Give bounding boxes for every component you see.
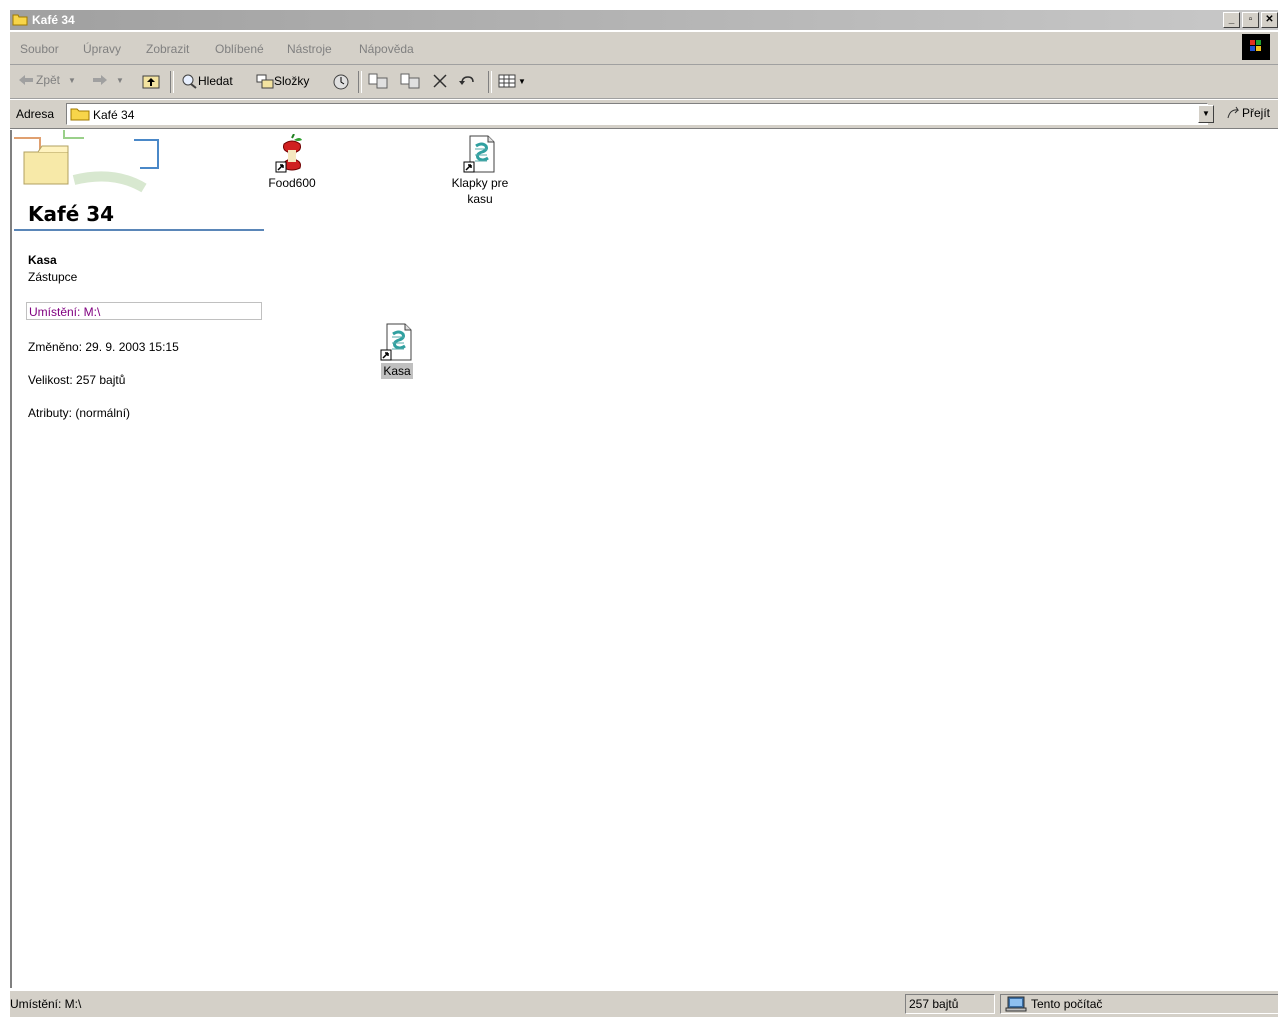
file-label: Food600 [268,176,316,190]
file-item-food600[interactable]: Food600 [247,133,337,191]
folder-icon [12,13,28,26]
folders-label: Složky [274,74,310,88]
folder-view: Kafé 34 Kasa Zástupce Umístění: M:\ Změn… [10,130,1278,988]
chevron-down-icon: ▼ [518,76,526,86]
selected-item-location-link[interactable]: Umístění: M:\ [26,302,262,320]
go-arrow-icon [1227,106,1240,119]
search-button[interactable]: Hledat [180,73,233,89]
up-folder-button[interactable] [142,73,160,89]
script-shortcut-icon [462,134,498,174]
back-button[interactable]: Zpět ▼ [18,73,76,87]
chevron-down-icon: ▼ [116,75,124,85]
search-label: Hledat [198,74,233,88]
address-bar: Adresa Kafé 34 ▼ Přejít [10,100,1278,129]
maximize-button[interactable]: ▫ [1242,12,1259,28]
menu-soubor[interactable]: Soubor [20,42,59,56]
close-button[interactable]: ✕ [1261,12,1278,28]
address-input[interactable]: Kafé 34 [66,103,1208,125]
history-button[interactable] [332,73,350,91]
back-label: Zpět [36,73,61,87]
menu-zobrazit[interactable]: Zobrazit [146,42,189,56]
views-grid-icon [498,74,516,88]
delete-x-icon [433,74,447,88]
menu-nastroje[interactable]: Nástroje [287,42,332,56]
status-zone-panel: Tento počítač [1000,994,1278,1014]
back-arrow-icon [19,75,33,85]
go-button[interactable]: Přejít [1226,106,1270,120]
go-label: Přejít [1242,106,1271,120]
script-shortcut-icon [379,322,415,362]
search-icon [182,74,197,89]
window-title-bar[interactable]: Kafé 34 _ ▫ ✕ [10,10,1278,30]
menu-napoveda[interactable]: Nápověda [359,42,414,56]
standard-toolbar: Zpět ▼ ▼ Hledat Složky ▼ [10,65,1278,99]
minimize-button[interactable]: _ [1223,12,1240,28]
apple-core-shortcut-icon [274,133,310,174]
status-zone: Tento počítač [1031,997,1103,1011]
move-to-icon [368,73,388,89]
move-to-button[interactable] [368,73,388,89]
file-label: Kasa [381,363,413,379]
menu-bar: Soubor Úpravy Zobrazit Oblíbené Nástroje… [10,32,1278,65]
chevron-down-icon: ▼ [68,75,76,85]
selected-item-name: Kasa [28,253,57,267]
panel-divider [14,229,264,231]
folders-icon [256,74,274,89]
copy-to-button[interactable] [400,73,420,89]
file-item-klapky-pre-kasu[interactable]: Klapky pre kasu [435,134,525,207]
delete-button[interactable] [432,73,448,89]
folder-watermark-icon [14,130,264,200]
address-dropdown-button[interactable]: ▼ [1198,105,1214,123]
menu-upravy[interactable]: Úpravy [83,42,121,56]
windows-logo-icon [1242,34,1270,60]
undo-icon [459,76,474,85]
up-folder-icon [142,75,160,89]
history-icon [333,74,349,90]
address-value: Kafé 34 [93,108,135,122]
folders-button[interactable]: Složky [256,73,309,89]
file-item-kasa[interactable]: Kasa [352,322,442,379]
folder-icon [70,107,90,124]
status-size-panel: 257 bajtů [905,994,995,1014]
forward-arrow-icon [93,75,107,85]
forward-button[interactable]: ▼ [92,73,124,87]
status-location: Umístění: M:\ [10,997,82,1011]
selected-item-attributes: Atributy: (normální) [28,406,131,420]
selected-item-modified: Změněno: 29. 9. 2003 15:15 [28,340,179,354]
selected-item-type: Zástupce [28,270,78,284]
status-size: 257 bajtů [909,997,959,1011]
address-label: Adresa [16,107,55,121]
views-button[interactable]: ▼ [498,73,526,89]
folder-title: Kafé 34 [28,202,115,226]
computer-icon [1005,996,1027,1015]
file-label: Klapky pre kasu [451,176,509,206]
window-title: Kafé 34 [32,13,75,27]
menu-oblibene[interactable]: Oblíbené [215,42,264,56]
status-bar: Umístění: M:\ 257 bajtů Tento počítač [10,990,1278,1017]
copy-to-icon [400,73,420,89]
undo-button[interactable] [458,73,476,89]
selected-item-size: Velikost: 257 bajtů [28,373,126,387]
